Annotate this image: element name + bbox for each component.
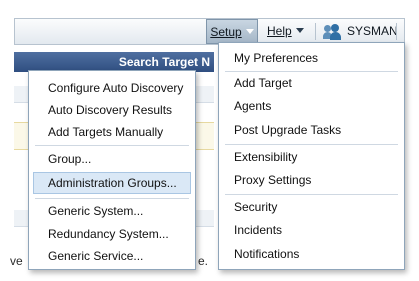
menu-item-security[interactable]: Security	[223, 196, 400, 218]
menu-item-configure-auto-discovery[interactable]: Configure Auto Discovery	[33, 77, 191, 99]
setup-menu-label: Setup	[210, 25, 242, 39]
setup-dropdown-menu: My Preferences Add Target Agents Post Up…	[218, 42, 405, 270]
search-target-banner: Search Target N	[14, 52, 214, 72]
user-name: SYSMAN	[347, 24, 398, 38]
menu-item-extensibility[interactable]: Extensibility	[223, 146, 400, 168]
menubar-divider	[315, 23, 316, 40]
help-dropdown-arrow-icon	[295, 28, 304, 33]
menu-item-administration-groups[interactable]: Administration Groups...	[33, 172, 191, 194]
user-menu-button[interactable]: SYSMAN	[323, 19, 398, 44]
menu-item-auto-discovery-results[interactable]: Auto Discovery Results	[33, 99, 191, 121]
menu-item-my-preferences[interactable]: My Preferences	[223, 47, 400, 69]
setup-dropdown-arrow-icon	[245, 29, 254, 34]
help-menu-button[interactable]: Help	[267, 19, 304, 44]
menu-item-generic-service[interactable]: Generic Service...	[33, 245, 191, 267]
add-target-submenu: Configure Auto Discovery Auto Discovery …	[28, 70, 196, 270]
menu-item-generic-system[interactable]: Generic System...	[33, 200, 191, 222]
background-text-right: e.	[198, 254, 209, 268]
menu-item-post-upgrade-tasks[interactable]: Post Upgrade Tasks	[223, 119, 400, 141]
menu-item-notifications[interactable]: Notifications	[223, 243, 400, 265]
setup-menu-button[interactable]: Setup	[206, 19, 258, 44]
menu-item-redundancy-system[interactable]: Redundancy System...	[33, 223, 191, 245]
search-target-banner-text: Search Target N	[118, 55, 210, 69]
menubar-divider-right	[396, 23, 397, 40]
users-icon	[323, 23, 341, 40]
menu-item-add-targets-manually[interactable]: Add Targets Manually	[33, 121, 191, 143]
help-menu-label: Help	[267, 24, 292, 38]
background-text-left: ve	[10, 254, 23, 268]
menu-item-add-target[interactable]: Add Target	[223, 72, 400, 94]
global-menubar: Setup Help SYSMAN	[14, 18, 405, 45]
menu-separator	[35, 198, 189, 199]
menu-item-incidents[interactable]: Incidents	[223, 219, 400, 241]
menu-item-proxy-settings[interactable]: Proxy Settings	[223, 169, 400, 191]
menu-separator	[35, 145, 189, 146]
menu-separator	[225, 144, 398, 145]
menu-item-agents[interactable]: Agents	[223, 95, 400, 117]
menu-item-group[interactable]: Group...	[33, 148, 191, 170]
menu-separator	[225, 194, 398, 195]
